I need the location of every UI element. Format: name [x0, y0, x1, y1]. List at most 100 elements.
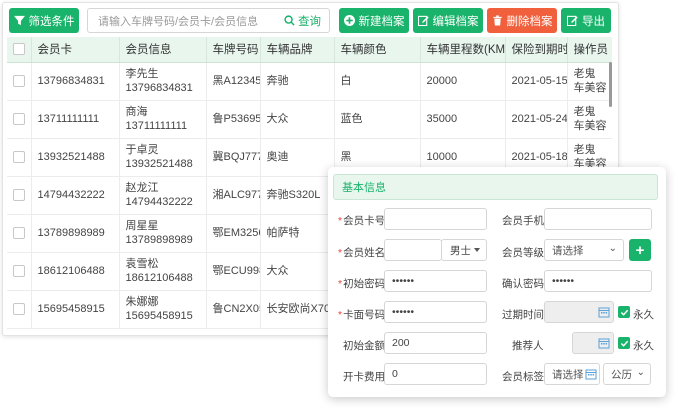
cell-brand: 长安欧尚X70A [260, 290, 335, 329]
select-all-checkbox[interactable] [12, 43, 25, 56]
open-fee-label: 开卡费用 [343, 371, 385, 383]
card-number-input[interactable]: •••••• [384, 301, 487, 323]
init-amount-input[interactable]: 200 [384, 332, 487, 354]
gender-select[interactable]: 男士 [441, 239, 487, 261]
table-scrollbar[interactable] [609, 62, 612, 107]
operator-name: 老鬼 [573, 106, 596, 118]
row-checkbox[interactable] [12, 189, 25, 202]
calendar-icon[interactable] [598, 337, 610, 349]
check-icon [620, 309, 628, 316]
gender-value: 男士 [450, 244, 471, 257]
confirm-password-input[interactable]: •••••• [544, 270, 652, 292]
export-button[interactable]: 导出 [561, 8, 611, 33]
cell-card: 18612106488 [31, 252, 120, 291]
open-fee-input[interactable]: 0 [384, 363, 487, 385]
col-header-mileage[interactable]: 车辆里程数(KM) [420, 37, 506, 63]
cell-brand: 奥迪 [260, 138, 335, 177]
referrer-forever-checkbox[interactable] [618, 337, 630, 349]
cell-mileage: 20000 [420, 62, 506, 101]
row-select-cell [7, 290, 32, 329]
edit-record-button[interactable]: 编辑档案 [413, 8, 483, 33]
select-all-cell[interactable] [7, 37, 32, 63]
member-name: 周星星 [125, 220, 159, 232]
member-name: 朱娜娜 [125, 296, 159, 308]
col-header-card[interactable]: 会员卡 [31, 37, 120, 63]
cell-brand: 帕萨特 [260, 214, 335, 253]
form-title: 基本信息 [333, 174, 658, 200]
member-name: 于卓灵 [125, 144, 159, 156]
delete-record-button[interactable]: 删除档案 [487, 8, 557, 33]
filter-button[interactable]: 筛选条件 [9, 8, 79, 33]
cell-insurance: 2021-05-24 [505, 100, 568, 139]
init-amount-label: 初始金额 [343, 340, 385, 352]
col-header-brand[interactable]: 车辆品牌 [260, 37, 335, 63]
col-header-plate[interactable]: 车牌号码 [206, 37, 261, 63]
edit-record-label: 编辑档案 [432, 15, 479, 28]
trash-icon [492, 15, 502, 26]
delete-record-label: 删除档案 [506, 15, 553, 28]
row-select-cell [7, 176, 32, 215]
level-value: 请选择 [552, 244, 584, 257]
basic-info-form: 基本信息 *会员卡号 会员手机 *会员姓名 男士 会员等级 请选择 ⌄ + *初… [328, 167, 666, 397]
cell-info: 袁雪松 18612106488 [119, 252, 207, 291]
cell-operator: 老鬼 车美容 [567, 62, 612, 101]
row-select-cell [7, 138, 32, 177]
cell-card: 15695458915 [31, 290, 120, 329]
row-select-cell [7, 214, 32, 253]
row-checkbox[interactable] [12, 303, 25, 316]
init-password-label: *初始密码 [338, 278, 386, 290]
card-no-input[interactable] [384, 208, 487, 230]
search-input[interactable]: 请输入车牌号码/会员卡/会员信息 [87, 8, 277, 33]
row-checkbox[interactable] [12, 151, 25, 164]
col-header-operator[interactable]: 操作员 [567, 37, 612, 63]
row-checkbox[interactable] [12, 265, 25, 278]
card-no-label: *会员卡号 [338, 215, 386, 227]
search-placeholder: 请输入车牌号码/会员卡/会员信息 [98, 15, 259, 28]
cell-info: 朱娜娜 15695458915 [119, 290, 207, 329]
export-icon [567, 15, 578, 26]
calendar-icon[interactable] [585, 368, 597, 380]
calendar-icon[interactable] [598, 306, 610, 318]
edit-icon [417, 15, 429, 26]
col-header-info[interactable]: 会员信息 [119, 37, 207, 63]
table-row[interactable]: 13711111111 商海 13711111111 鲁P53695 大众 蓝色 35000… [7, 100, 612, 139]
name-input[interactable] [384, 239, 442, 261]
expire-forever-label: 永久 [633, 309, 654, 321]
mobile-input[interactable] [544, 208, 652, 230]
operator-name: 老鬼 [573, 68, 596, 80]
table-row[interactable]: 13796834831 李先生 13796834831 黑A12345 奔驰白 20000… [7, 62, 612, 101]
cell-plate: 湘ALC977 [206, 176, 261, 215]
cell-card: 14794432222 [31, 176, 120, 215]
row-checkbox[interactable] [12, 227, 25, 240]
cell-color: 白 [334, 62, 421, 101]
search-button[interactable]: 查询 [276, 8, 330, 33]
member-phone: 15695458915 [125, 310, 193, 322]
toolbar: 筛选条件 请输入车牌号码/会员卡/会员信息 查询 新建档案 编辑档案 删除档案 … [9, 8, 615, 34]
cell-info: 周星星 13789898989 [119, 214, 207, 253]
col-header-color[interactable]: 车辆颜色 [334, 37, 421, 63]
cell-plate: 鲁CN2X05 [206, 290, 261, 329]
row-checkbox[interactable] [12, 75, 25, 88]
filter-button-label: 筛选条件 [28, 15, 75, 28]
add-record-button[interactable]: 新建档案 [339, 8, 409, 33]
row-checkbox[interactable] [12, 113, 25, 126]
member-phone: 13789898989 [125, 234, 193, 246]
referrer-label: 推荐人 [512, 340, 544, 352]
member-phone: 13796834831 [125, 82, 193, 94]
member-phone: 18612106488 [125, 272, 193, 284]
row-select-cell [7, 100, 32, 139]
operator-shop: 车美容 [573, 120, 607, 132]
cell-info: 于卓灵 13932521488 [119, 138, 207, 177]
expire-forever-checkbox[interactable] [618, 306, 630, 318]
cell-brand: 大众 [260, 100, 335, 139]
card-number-label: *卡面号码 [338, 309, 386, 321]
member-name: 商海 [125, 106, 148, 118]
init-password-input[interactable]: •••••• [384, 270, 487, 292]
search-button-label: 查询 [298, 15, 321, 28]
cell-card: 13796834831 [31, 62, 120, 101]
cell-operator: 老鬼 车美容 [567, 100, 612, 139]
add-level-button[interactable]: + [629, 239, 651, 261]
calendar-type-select[interactable]: 公历 ⌄ [603, 363, 651, 385]
level-select[interactable]: 请选择 ⌄ [544, 239, 624, 261]
col-header-insurance[interactable]: 保险到期时间 [505, 37, 568, 63]
